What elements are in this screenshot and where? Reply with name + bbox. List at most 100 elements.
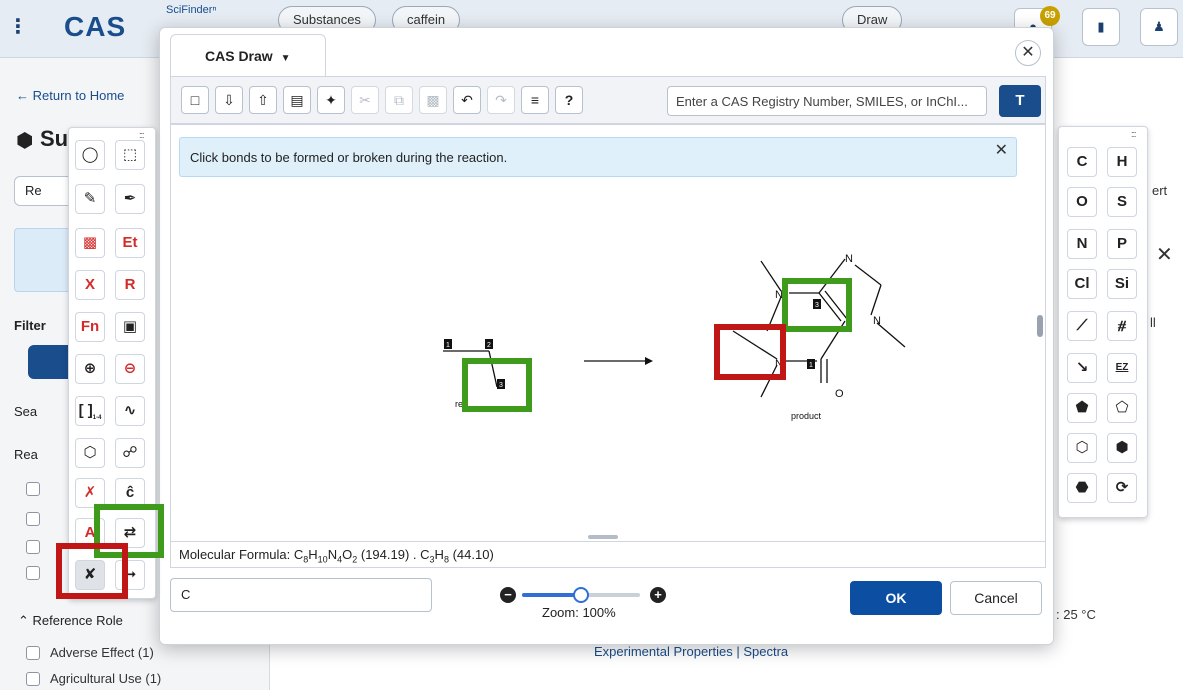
pencil-icon[interactable]: ✎ (75, 184, 105, 214)
paste-icon[interactable]: ▩ (419, 86, 447, 114)
undo-icon[interactable]: ↶ (453, 86, 481, 114)
zoom-out-button[interactable]: − (500, 587, 516, 603)
functional-group-button[interactable]: Fn (75, 312, 105, 342)
filter-checkbox[interactable] (26, 540, 40, 554)
help-icon[interactable]: ? (555, 86, 583, 114)
chevron-down-icon: ▼ (280, 53, 291, 64)
formula-c-count: 8 (303, 554, 309, 565)
filter-checkbox[interactable] (26, 672, 40, 686)
canvas-scrollbar[interactable] (1037, 315, 1043, 337)
product-bond (876, 322, 906, 348)
formula-separator: . (412, 547, 421, 562)
close-icon[interactable]: ✕ (1156, 242, 1173, 267)
chain-tool-icon[interactable]: ☍ (115, 438, 145, 468)
zoom-in-button[interactable]: + (650, 587, 666, 603)
map-number-2-label: 2 (487, 342, 491, 349)
atom-n-button[interactable]: N (1067, 229, 1097, 259)
custom-ring-icon[interactable]: ⟳ (1107, 473, 1137, 503)
cut-icon[interactable]: ✂ (351, 86, 379, 114)
pentagon-ring-icon[interactable]: ⬠ (1107, 393, 1137, 423)
account-button[interactable]: ♟ (1140, 8, 1178, 46)
formula-n-count: 4 (337, 554, 343, 565)
import-icon[interactable]: ⇩ (215, 86, 243, 114)
wedge-bond-icon[interactable]: ↘ (1067, 353, 1097, 383)
atom-p-button[interactable]: P (1107, 229, 1137, 259)
export-icon[interactable]: ⇧ (249, 86, 277, 114)
highlight-product-bond (782, 278, 852, 332)
cas-draw-tab[interactable]: CAS Draw ▼ (170, 34, 326, 76)
filter-checkbox[interactable] (26, 646, 40, 660)
ring-center-icon[interactable]: ⬡ (75, 438, 105, 468)
filter-checkbox[interactable] (26, 512, 40, 526)
zoom-slider-thumb[interactable] (573, 587, 589, 603)
menu-icon[interactable]: ⋮ (8, 14, 28, 44)
double-bond-icon[interactable]: ⧣ (1107, 311, 1137, 341)
highlight-reactant-bond (462, 358, 532, 412)
formula-mass: (194.19) (360, 547, 410, 562)
canvas-resize-handle[interactable] (588, 535, 618, 539)
reference-role-heading[interactable]: ⌃ Reference Role (18, 613, 123, 629)
ethyl-button[interactable]: Et (115, 228, 145, 258)
halogen-button[interactable]: X (75, 270, 105, 300)
structure-search-button[interactable]: T (999, 85, 1041, 117)
close-dialog-button[interactable]: ✕ (1015, 40, 1041, 66)
section-reaction[interactable]: Rea (14, 447, 38, 462)
formula-mass: (44.10) (452, 547, 494, 562)
pentagon-icon[interactable]: ⬟ (1067, 393, 1097, 423)
hexagon-alt-icon[interactable]: ⬣ (1067, 473, 1097, 503)
bracket-button[interactable]: [ ]1-4 (75, 396, 105, 426)
atom-cl-button[interactable]: Cl (1067, 269, 1097, 299)
filter-checkbox[interactable] (26, 482, 40, 496)
plus-charge-icon[interactable]: ⊕ (75, 354, 105, 384)
draw-toolbar: □ ⇩ ⇧ ▤ ✦ ✂ ⧉ ▩ ↶ ↷ ≡ ? Enter a CAS Regi… (170, 76, 1046, 124)
cancel-button[interactable]: Cancel (950, 581, 1042, 615)
product-name: SciFinderⁿ (166, 4, 217, 16)
atom-c-button[interactable]: C (1067, 147, 1097, 177)
properties-link[interactable]: Experimental Properties | Spectra (594, 644, 788, 659)
bracket-sub-label: 1-4 (92, 415, 102, 421)
chain-icon[interactable]: ∿ (115, 396, 145, 426)
return-home-link[interactable]: ← Return to Home (16, 88, 124, 103)
references-button[interactable]: Re (14, 176, 74, 206)
atom-s-button[interactable]: S (1107, 187, 1137, 217)
smiles-search-input[interactable]: Enter a CAS Registry Number, SMILES, or … (667, 86, 987, 116)
redo-icon[interactable]: ↷ (487, 86, 515, 114)
reaction-arrow-head (645, 357, 653, 365)
new-doc-icon[interactable]: □ (181, 86, 209, 114)
atom-si-button[interactable]: Si (1107, 269, 1137, 299)
clean-icon[interactable]: ✦ (317, 86, 345, 114)
drag-handle-icon[interactable]: ::: (139, 130, 144, 140)
formula-prefix: Molecular Formula: (179, 547, 294, 562)
drawing-canvas[interactable]: Click bonds to be formed or broken durin… (170, 124, 1046, 542)
benzene-icon[interactable]: ⬢ (1107, 433, 1137, 463)
temperature-label: : 25 °C (1056, 607, 1096, 622)
atom-o-button[interactable]: O (1067, 187, 1097, 217)
export-button-label[interactable]: ert (1152, 183, 1167, 198)
sort-label[interactable]: ll (1150, 315, 1156, 330)
atom-h-button[interactable]: H (1107, 147, 1137, 177)
lasso-icon[interactable]: ◯ (75, 140, 105, 170)
formula-h-count: 10 (317, 554, 328, 565)
reaction-drawing[interactable]: 1 2 3 re N N N N O 3 1 product (171, 125, 1045, 543)
ring-box-icon[interactable]: ▣ (115, 312, 145, 342)
map-number-1-label: 1 (446, 342, 450, 349)
draw-icon[interactable]: ✒ (115, 184, 145, 214)
settings-icon[interactable]: ≡ (521, 86, 549, 114)
filter-checkbox[interactable] (26, 566, 40, 580)
atom-label-o: O (835, 388, 844, 400)
section-search[interactable]: Sea (14, 404, 37, 419)
chart-icon[interactable]: ▩ (75, 228, 105, 258)
rgroup-button[interactable]: R (115, 270, 145, 300)
ez-stereo-button[interactable]: EZ (1107, 353, 1137, 383)
select-icon[interactable]: ⬚ (115, 140, 145, 170)
copy-icon[interactable]: ⧉ (385, 86, 413, 114)
bookmark-button[interactable]: ▮ (1082, 8, 1120, 46)
single-bond-icon[interactable]: ⟋ (1067, 311, 1097, 341)
clipboard-icon[interactable]: ▤ (283, 86, 311, 114)
drag-handle-icon[interactable]: ::: (1131, 129, 1136, 139)
atom-label-input[interactable]: C (170, 578, 432, 612)
hexagon-icon[interactable]: ⬡ (1067, 433, 1097, 463)
atom-label-n: N (873, 315, 881, 327)
ok-button[interactable]: OK (850, 581, 942, 615)
minus-charge-icon[interactable]: ⊖ (115, 354, 145, 384)
